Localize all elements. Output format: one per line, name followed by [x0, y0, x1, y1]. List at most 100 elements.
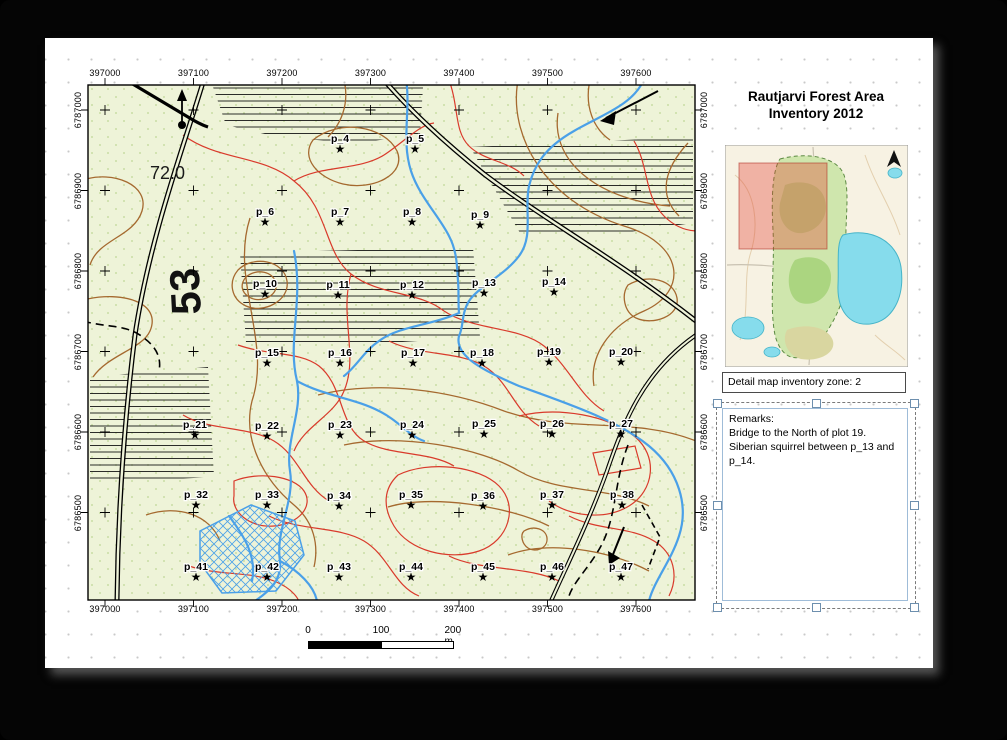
plot-label: p_25	[472, 418, 496, 430]
road-number-label: 53	[161, 267, 210, 316]
map-content: 72.0 53	[83, 79, 698, 603]
plot-label: p_43	[327, 561, 351, 573]
overview-pond	[764, 347, 780, 357]
plot-label: p_13	[472, 277, 496, 289]
grid-label-x-bottom: 397600	[620, 604, 651, 614]
plot-label: p_4	[331, 133, 349, 145]
plot-label: p_27	[609, 418, 633, 430]
grid-label-x-bottom: 397000	[89, 604, 120, 614]
plot-label: p_18	[470, 347, 494, 359]
grid-label-y-left: 6786700	[73, 333, 83, 369]
plot-label: p_42	[255, 561, 279, 573]
plot-label: p_32	[184, 489, 208, 501]
plot-label: p_10	[253, 278, 277, 290]
plot-label: p_23	[328, 419, 352, 431]
map-title[interactable]: Rautjarvi Forest Area Inventory 2012	[717, 88, 915, 122]
detail-map: 72.0 53 ★p_4★p_5★p_6★p_7★p_8★p_9★p_10★p_…	[78, 75, 705, 610]
remarks-line2: Siberian squirrel between p_13 and p_14.	[729, 440, 901, 468]
plot-label: p_26	[540, 418, 564, 430]
plot-label: p_7	[331, 206, 349, 218]
remarks-line1: Bridge to the North of plot 19.	[729, 426, 901, 440]
plot-label: p_20	[609, 346, 633, 358]
plot-label: p_34	[327, 490, 351, 502]
handle-se[interactable]	[910, 603, 919, 612]
grid-label-y-right: 6786500	[699, 494, 709, 530]
grid-label-x-bottom: 397500	[532, 604, 563, 614]
grid-label-x-top: 397400	[443, 68, 474, 78]
plot-label: p_41	[184, 561, 208, 573]
overview-map	[725, 145, 908, 367]
grid-label-y-right: 6786900	[699, 172, 709, 208]
grid-label-y-left: 6786900	[73, 172, 83, 208]
grid-label-y-left: 6786600	[73, 414, 83, 450]
plot-label: p_8	[403, 206, 421, 218]
grid-label-y-left: 6786800	[73, 253, 83, 289]
zone-label-text: Detail map inventory zone: 2	[728, 376, 861, 388]
scalebar-segment-black	[308, 641, 381, 649]
point-symbol-dot	[178, 121, 186, 129]
scalebar-item[interactable]: 0 100 200 m	[303, 625, 473, 659]
grid-label-x-bottom: 397300	[355, 604, 386, 614]
grid-label-x-top: 397300	[355, 68, 386, 78]
handle-nw[interactable]	[713, 399, 722, 408]
plot-label: p_19	[537, 346, 561, 358]
grid-label-x-top: 397200	[266, 68, 297, 78]
grid-label-y-right: 6786700	[699, 333, 709, 369]
plot-label: p_14	[542, 276, 566, 288]
remarks-title: Remarks:	[729, 412, 901, 426]
plot-label: p_47	[609, 561, 633, 573]
elevation-label: 72.0	[150, 163, 185, 183]
handle-sw[interactable]	[713, 603, 722, 612]
grid-label-x-top: 397500	[532, 68, 563, 78]
plot-label: p_45	[471, 561, 495, 573]
detail-map-item[interactable]: 72.0 53 ★p_4★p_5★p_6★p_7★p_8★p_9★p_10★p_…	[78, 75, 705, 610]
scalebar-segment-white	[381, 641, 454, 649]
plot-label: p_12	[400, 279, 424, 291]
grid-label-x-bottom: 397400	[443, 604, 474, 614]
handle-s[interactable]	[812, 603, 821, 612]
grid-label-x-bottom: 397100	[178, 604, 209, 614]
layout-page: 72.0 53 ★p_4★p_5★p_6★p_7★p_8★p_9★p_10★p_…	[45, 38, 933, 668]
plot-label: p_33	[255, 489, 279, 501]
grid-label-y-right: 6787000	[699, 92, 709, 128]
scalebar-label-0: 0	[305, 625, 311, 636]
detail-zone-highlight	[739, 163, 827, 249]
grid-label-x-top: 397000	[89, 68, 120, 78]
plot-label: p_22	[255, 420, 279, 432]
overview-pond	[732, 317, 764, 339]
grid-label-y-left: 6787000	[73, 92, 83, 128]
plot-label: p_9	[471, 209, 489, 221]
handle-n[interactable]	[812, 399, 821, 408]
map-title-line1: Rautjarvi Forest Area	[717, 88, 915, 105]
handle-w[interactable]	[713, 501, 722, 510]
grid-label-x-top: 397100	[178, 68, 209, 78]
map-title-line2: Inventory 2012	[717, 105, 915, 122]
grid-label-x-bottom: 397200	[266, 604, 297, 614]
plot-label: p_11	[326, 279, 350, 291]
handle-ne[interactable]	[910, 399, 919, 408]
plot-label: p_17	[401, 347, 425, 359]
grid-label-y-left: 6786500	[73, 494, 83, 530]
plot-label: p_16	[328, 347, 352, 359]
handle-e[interactable]	[910, 501, 919, 510]
zone-label-item[interactable]: Detail map inventory zone: 2	[722, 372, 906, 393]
plot-label: p_6	[256, 206, 274, 218]
overview-map-item[interactable]	[725, 145, 908, 367]
grid-label-y-right: 6786600	[699, 414, 709, 450]
plot-label: p_44	[399, 561, 423, 573]
plot-label: p_21	[183, 419, 207, 431]
plot-label: p_38	[610, 489, 634, 501]
layout-canvas: 72.0 53 ★p_4★p_5★p_6★p_7★p_8★p_9★p_10★p_…	[0, 0, 1007, 740]
plot-label: p_5	[406, 133, 424, 145]
plot-label: p_46	[540, 561, 564, 573]
grid-label-y-right: 6786800	[699, 253, 709, 289]
overview-pond	[888, 168, 902, 178]
plot-label: p_35	[399, 489, 423, 501]
grid-label-x-top: 397600	[620, 68, 651, 78]
remarks-item[interactable]: Remarks: Bridge to the North of plot 19.…	[722, 408, 908, 601]
plot-label: p_24	[400, 419, 424, 431]
plot-label: p_15	[255, 347, 279, 359]
scalebar-label-100: 100	[373, 625, 390, 636]
plot-label: p_37	[540, 489, 564, 501]
plot-label: p_36	[471, 490, 495, 502]
